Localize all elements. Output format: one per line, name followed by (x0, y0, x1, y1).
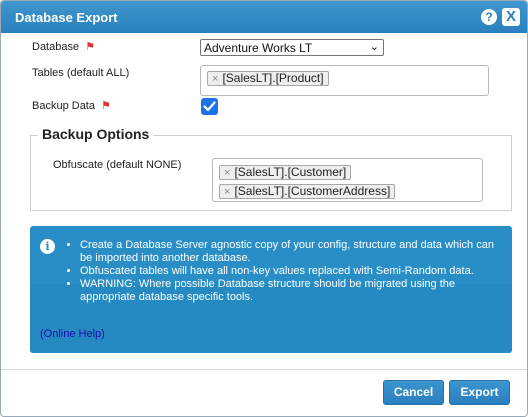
info-item: Obfuscated tables will have all non-key … (80, 265, 504, 278)
obfuscate-label: Obfuscate (default NONE) (53, 159, 182, 171)
title-bar[interactable]: Database Export ? X (1, 1, 527, 33)
database-select[interactable]: Adventure Works LT ⌄ (200, 39, 384, 56)
obfuscate-chip: × [SalesLT].[CustomerAddress] (219, 184, 396, 199)
tables-chip: × [SalesLT].[Product] (207, 71, 329, 86)
backup-data-label: Backup Data ⚑ (32, 100, 111, 112)
chip-remove-icon[interactable]: × (224, 167, 230, 179)
footer-divider (1, 369, 527, 370)
obfuscate-chip: × [SalesLT].[Customer] (219, 165, 352, 180)
chip-remove-icon[interactable]: × (212, 73, 218, 85)
help-icon[interactable]: ? (481, 9, 497, 25)
online-help-link[interactable]: (Online Help) (40, 328, 105, 340)
tables-multiselect[interactable]: × [SalesLT].[Product] (200, 65, 489, 96)
database-export-dialog: Database Export ? X Database ⚑ Adventure … (0, 0, 528, 417)
database-select-value: Adventure Works LT (204, 41, 313, 55)
checkmark-icon (203, 101, 216, 112)
close-icon[interactable]: X (502, 8, 520, 26)
chevron-down-icon: ⌄ (369, 41, 379, 53)
info-item: WARNING: Where possible Database structu… (80, 278, 504, 304)
backup-data-checkbox[interactable] (201, 98, 218, 115)
info-list: Create a Database Server agnostic copy o… (64, 239, 504, 304)
info-item: Create a Database Server agnostic copy o… (80, 239, 504, 265)
info-icon: i (40, 239, 55, 254)
chip-remove-icon[interactable]: × (224, 186, 230, 198)
backup-options-title: Backup Options (38, 126, 154, 142)
required-flag-icon: ⚑ (85, 41, 95, 53)
cancel-button[interactable]: Cancel (383, 380, 444, 405)
info-panel: i Create a Database Server agnostic copy… (30, 226, 512, 353)
obfuscate-multiselect[interactable]: × [SalesLT].[Customer] × [SalesLT].[Custom… (212, 158, 483, 202)
tables-label: Tables (default ALL) (32, 67, 130, 79)
dialog-title: Database Export (15, 10, 118, 25)
export-button[interactable]: Export (449, 380, 510, 405)
database-label: Database ⚑ (32, 41, 95, 53)
required-flag-icon: ⚑ (100, 100, 111, 112)
